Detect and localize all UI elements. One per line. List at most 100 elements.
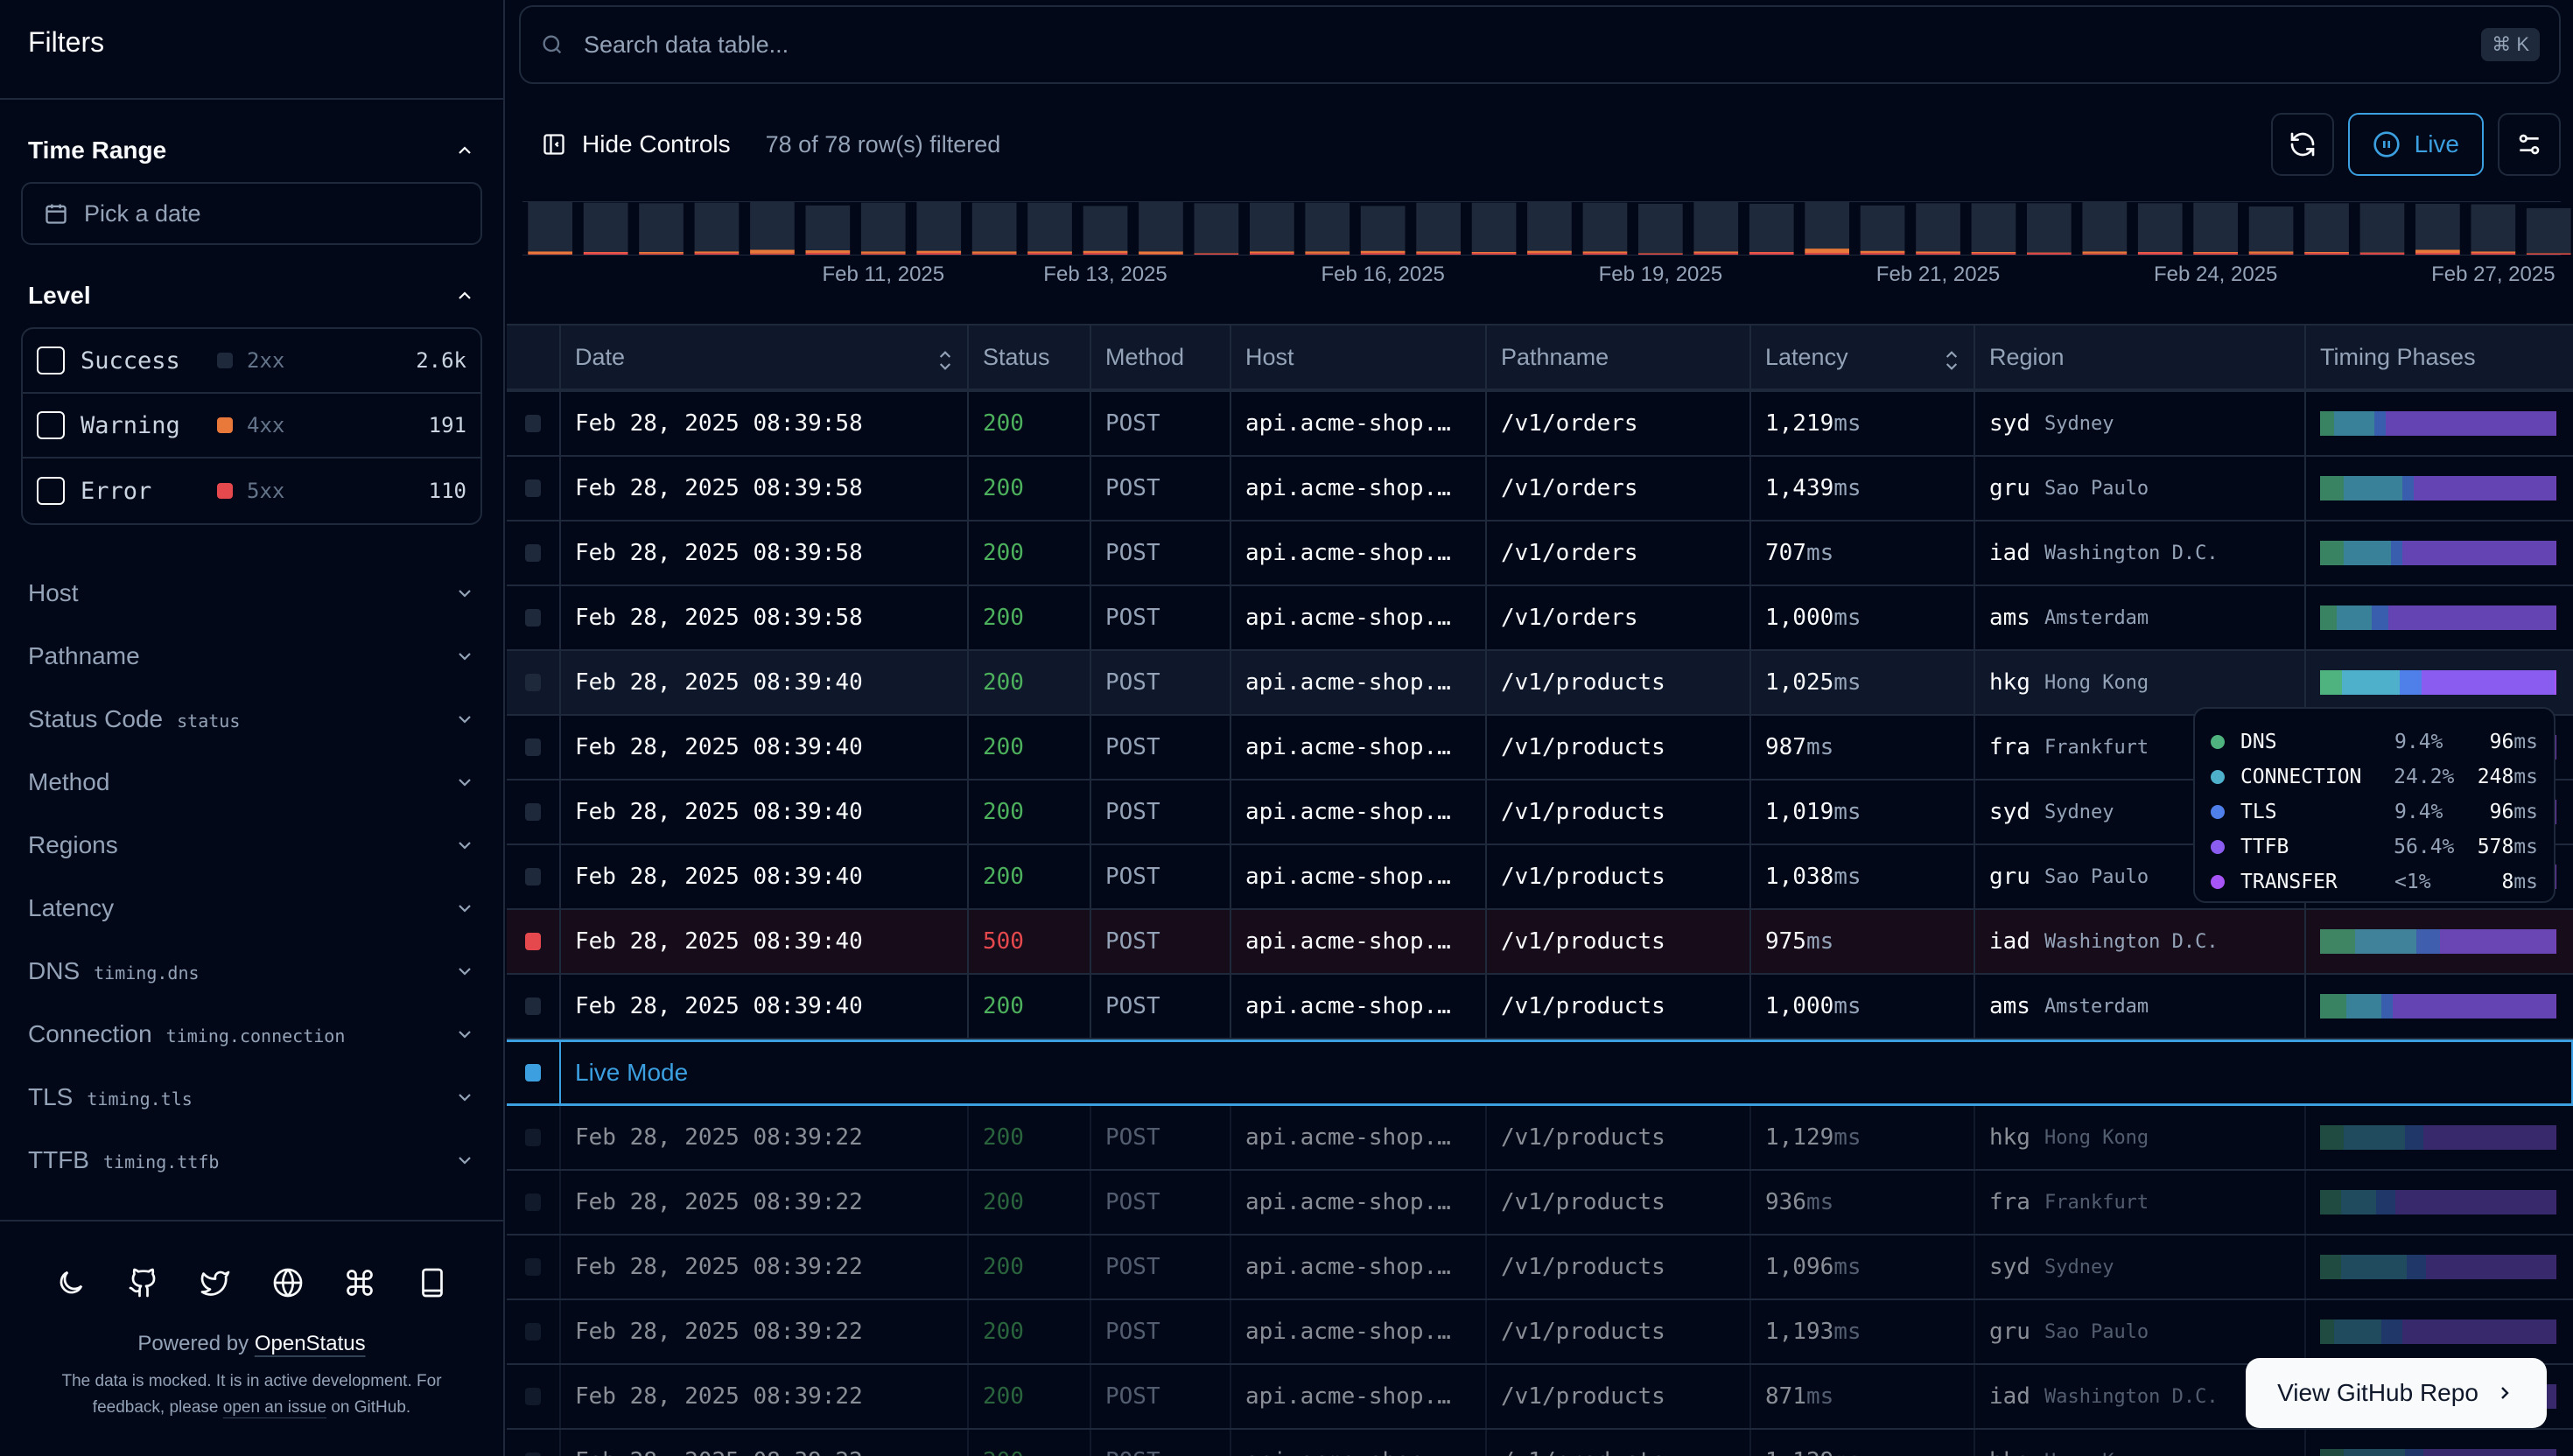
filter-group-connection[interactable]: Connection timing.connection [0, 1003, 503, 1066]
timing-phases-bar[interactable] [2320, 1320, 2556, 1344]
filter-group-regions[interactable]: Regions [0, 814, 503, 877]
histogram-bar-success[interactable] [2471, 204, 2516, 252]
column-header-latency[interactable]: Latency [1751, 326, 1975, 388]
histogram-bar-error[interactable] [1527, 253, 1572, 255]
histogram-bar-success[interactable] [2304, 203, 2349, 252]
filter-group-status-code[interactable]: Status Code status [0, 688, 503, 751]
histogram-bar-warning[interactable] [1582, 251, 1628, 254]
histogram-bar-success[interactable] [750, 202, 795, 250]
timing-phases-cell[interactable] [2306, 392, 2573, 455]
histogram-bar-error[interactable] [2027, 253, 2072, 255]
timing-phases-cell[interactable] [2306, 1236, 2573, 1298]
timing-phases-cell[interactable] [2306, 522, 2573, 584]
search-input[interactable]: Search data table... [584, 32, 789, 59]
histogram-bar-error[interactable] [1139, 254, 1183, 255]
table-row[interactable]: Feb 28, 2025 08:39:22200POSTapi.acme-sho… [507, 1106, 2573, 1171]
histogram-bar-success[interactable] [1083, 206, 1128, 251]
histogram-bar-error[interactable] [1360, 253, 1406, 255]
timing-phases-cell[interactable] [2306, 651, 2573, 714]
filter-group-pathname[interactable]: Pathname [0, 625, 503, 688]
timing-phases-bar[interactable] [2320, 994, 2556, 1018]
timeline-histogram[interactable] [522, 201, 2571, 256]
histogram-bar-warning[interactable] [2304, 251, 2349, 254]
globe-icon[interactable] [272, 1267, 304, 1298]
histogram-bar-error[interactable] [2082, 253, 2128, 255]
histogram-bar-error[interactable] [694, 253, 740, 255]
histogram-bar-success[interactable] [971, 202, 1017, 252]
histogram-bar-error[interactable] [1749, 252, 1794, 256]
table-row[interactable]: Feb 28, 2025 08:39:22200POSTapi.acme-sho… [507, 1171, 2573, 1236]
histogram-bar-success[interactable] [639, 203, 684, 252]
histogram-bar-warning[interactable] [639, 251, 684, 254]
checkbox[interactable] [37, 346, 65, 374]
histogram-bar-error[interactable] [528, 254, 572, 255]
histogram-bar-success[interactable] [2359, 203, 2405, 253]
histogram-bar-error[interactable] [2248, 253, 2294, 255]
histogram-bar-error[interactable] [860, 253, 906, 255]
histogram-bar-success[interactable] [1027, 202, 1072, 252]
timing-phases-cell[interactable] [2306, 1300, 2573, 1363]
histogram-bar-warning[interactable] [1916, 251, 1960, 254]
histogram-bar-success[interactable] [1971, 203, 2016, 252]
timing-phases-cell[interactable] [2306, 975, 2573, 1038]
histogram-bar-success[interactable] [1582, 202, 1628, 252]
histogram-bar-error[interactable] [2137, 252, 2183, 256]
filter-group-tls[interactable]: TLS timing.tls [0, 1066, 503, 1129]
histogram-bar-error[interactable] [2526, 253, 2571, 255]
histogram-bar-warning[interactable] [2193, 251, 2238, 254]
histogram-bar-error[interactable] [1250, 253, 1294, 255]
histogram-bar-success[interactable] [2193, 202, 2238, 252]
histogram-bar-success[interactable] [528, 202, 572, 252]
time-range-toggle[interactable]: Time Range [21, 119, 482, 182]
histogram-bar-error[interactable] [1693, 253, 1739, 255]
histogram-bar-error[interactable] [639, 253, 684, 255]
histogram-bar-warning[interactable] [1083, 250, 1128, 254]
timing-phases-bar[interactable] [2320, 411, 2556, 436]
histogram-bar-warning[interactable] [1027, 251, 1072, 254]
timing-phases-bar[interactable] [2320, 1255, 2556, 1279]
level-toggle[interactable]: Level [21, 264, 482, 327]
sort-icon[interactable] [937, 346, 953, 374]
histogram-bar-warning[interactable] [2248, 251, 2294, 254]
histogram-bar-error[interactable] [1305, 253, 1350, 255]
histogram-bar-success[interactable] [1471, 202, 1517, 252]
search-bar[interactable]: Search data table... ⌘ K [519, 5, 2561, 84]
histogram-bar-success[interactable] [2082, 202, 2128, 252]
level-option-warning[interactable]: Warning 4xx 191 [23, 394, 480, 458]
histogram-bar-warning[interactable] [2471, 251, 2516, 254]
histogram-bar-warning[interactable] [694, 251, 740, 254]
filter-group-host[interactable]: Host [0, 562, 503, 625]
histogram-bar-warning[interactable] [805, 250, 851, 254]
sort-icon[interactable] [1944, 346, 1960, 374]
checkbox[interactable] [37, 411, 65, 439]
histogram-bar-warning[interactable] [2137, 251, 2183, 253]
histogram-bar-warning[interactable] [1305, 251, 1350, 254]
histogram-bar-warning[interactable] [1749, 251, 1794, 253]
histogram-bar-warning[interactable] [1860, 250, 1905, 254]
timing-phases-cell[interactable] [2306, 1106, 2573, 1169]
table-row[interactable]: Feb 28, 2025 08:39:40 500 POST api.acme-sho… [507, 910, 2573, 975]
filter-group-latency[interactable]: Latency [0, 877, 503, 940]
view-github-repo-button[interactable]: View GitHub Repo [2246, 1358, 2547, 1428]
histogram-bar-success[interactable] [860, 202, 906, 252]
command-icon[interactable] [344, 1267, 375, 1298]
level-option-error[interactable]: Error 5xx 110 [23, 458, 480, 523]
histogram-bar-success[interactable] [583, 202, 628, 252]
date-picker-button[interactable]: Pick a date [21, 182, 482, 245]
histogram-bar-warning[interactable] [1693, 251, 1739, 254]
histogram-bar-error[interactable] [971, 253, 1017, 255]
histogram-bar-error[interactable] [1805, 253, 1849, 255]
timing-phases-cell[interactable] [2306, 457, 2573, 520]
timing-phases-bar[interactable] [2320, 476, 2556, 500]
table-row[interactable]: Feb 28, 2025 08:39:40 200 POST api.acme-sho… [507, 651, 2573, 716]
histogram-bar-error[interactable] [1582, 253, 1628, 255]
histogram-bar-error[interactable] [2471, 253, 2516, 255]
table-row[interactable]: Feb 28, 2025 08:39:22200POSTapi.acme-sho… [507, 1236, 2573, 1300]
histogram-bar-success[interactable] [1194, 203, 1239, 254]
histogram-bar-success[interactable] [1860, 205, 1905, 251]
histogram-bar-error[interactable] [1916, 253, 1960, 255]
hide-controls-button[interactable]: Hide Controls [542, 130, 731, 158]
histogram-bar-warning[interactable] [1416, 251, 1461, 254]
histogram-bar-error[interactable] [1971, 253, 2016, 255]
histogram-bar-success[interactable] [1693, 202, 1739, 252]
